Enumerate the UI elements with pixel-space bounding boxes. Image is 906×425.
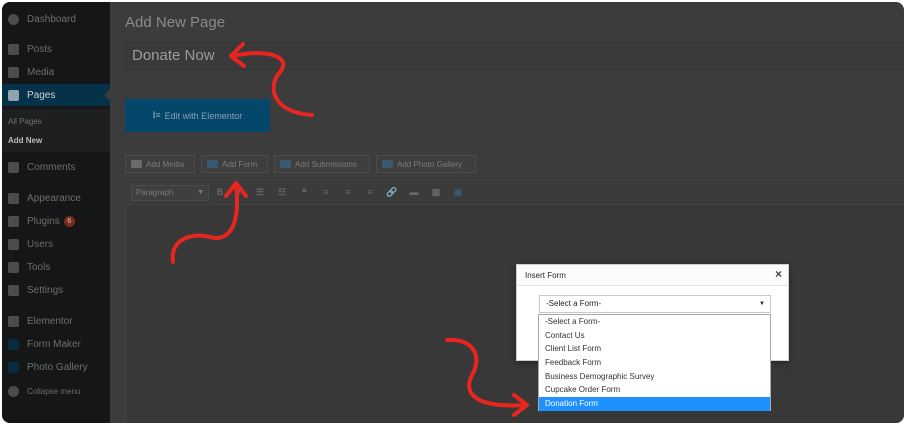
sidebar-item-label: Tools [27,261,51,273]
form-option[interactable]: Contact Us [539,329,770,343]
users-icon [8,238,19,250]
form-options-list: -Select a Form- Contact Us Client List F… [538,314,771,411]
align-center-icon[interactable]: ≡ [342,186,354,198]
sidebar-item-settings[interactable]: Settings [2,279,110,301]
form-option-selected[interactable]: Donation Form [539,397,770,411]
wrench-icon [8,261,19,273]
post-title-input[interactable]: Donate Now [125,42,904,70]
sidebar-item-pages[interactable]: Pages [2,84,110,106]
elementor-button-label: Edit with Elementor [164,110,243,121]
button-label: Add Form [222,159,258,169]
align-left-icon[interactable]: ≡ [320,186,332,198]
sidebar-item-appearance[interactable]: Appearance [2,187,110,209]
sidebar-item-elementor[interactable]: Elementor [2,310,110,332]
button-label: Add Submissions [295,159,357,169]
gallery-icon [8,361,19,373]
sidebar-item-label: Photo Gallery [27,361,88,373]
media-icon [8,66,19,78]
sidebar-item-photo-gallery[interactable]: Photo Gallery [2,356,110,378]
settings-icon [8,284,19,296]
align-right-icon[interactable]: ≡ [364,186,376,198]
elementor-icon [8,315,19,327]
pages-icon [8,89,19,101]
elementor-icon: Ⅰ≡ [152,110,161,120]
comment-icon [8,161,19,173]
form-maker-icon [8,338,19,350]
sidebar-item-users[interactable]: Users [2,233,110,255]
edit-with-elementor-button[interactable]: Ⅰ≡ Edit with Elementor [125,99,270,132]
form-option[interactable]: Feedback Form [539,356,770,370]
brush-icon [8,192,19,204]
sidebar-item-label: Pages [27,89,56,101]
italic-icon[interactable]: I [233,186,245,198]
dialog-header: Insert Form × [517,265,788,286]
paragraph-format-select[interactable]: Paragraph ▼ [131,185,209,201]
page-title: Add New Page [125,14,226,31]
pin-icon [8,43,19,55]
button-label: Add Media [146,159,185,169]
form-maker-editor-icon[interactable]: ▣ [452,186,464,198]
sidebar-item-label: Media [27,66,55,78]
submenu-add-new[interactable]: Add New [8,136,42,145]
numbered-list-icon[interactable]: ☷ [276,186,288,198]
chevron-down-icon: ▼ [759,301,765,307]
sidebar-item-comments[interactable]: Comments [2,156,110,178]
read-more-icon[interactable]: ▬ [408,186,420,198]
form-icon [207,160,218,168]
plugins-update-badge: 6 [63,215,75,227]
collapse-icon [8,385,19,397]
sidebar-item-label: Settings [27,284,64,296]
pages-submenu: All Pages Add New [2,109,110,152]
link-icon[interactable]: 🔗 [386,186,398,198]
dialog-title: Insert Form [525,271,566,280]
sidebar-item-label: Appearance [27,192,81,204]
sidebar-item-plugins[interactable]: Plugins 6 [2,210,110,232]
form-select-dropdown[interactable]: -Select a Form- ▼ [539,295,771,313]
sidebar-item-label: Collapse menu [27,386,81,396]
sidebar-item-dashboard[interactable]: Dashboard [2,8,110,30]
submissions-icon [280,160,291,168]
add-submissions-button[interactable]: Add Submissions [274,155,370,173]
form-select-value: -Select a Form- [546,299,602,308]
format-select-value: Paragraph [136,188,174,197]
sidebar-item-label: Users [27,238,54,250]
sidebar-item-label: Dashboard [27,13,76,25]
collapse-menu-button[interactable]: Collapse menu [2,380,110,402]
add-photo-gallery-button[interactable]: Add Photo Gallery [376,155,476,173]
toolbar-toggle-icon[interactable]: ▦ [430,186,442,198]
add-form-button[interactable]: Add Form [201,155,268,173]
blockquote-icon[interactable]: ❝ [298,186,310,198]
sidebar-item-label: Elementor [27,315,73,327]
plugin-icon [8,215,19,227]
form-option[interactable]: Cupcake Order Form [539,383,770,397]
sidebar-item-label: Posts [27,43,53,55]
form-option[interactable]: Client List Form [539,342,770,356]
dashboard-icon [8,13,19,25]
close-icon[interactable]: × [775,267,782,281]
bold-icon[interactable]: B [214,186,226,198]
form-option[interactable]: Business Demographic Survey [539,370,770,384]
sidebar-item-posts[interactable]: Posts [2,38,110,60]
add-media-button[interactable]: Add Media [125,155,195,173]
button-label: Add Photo Gallery [397,159,462,169]
submenu-all-pages[interactable]: All Pages [8,117,42,126]
sidebar-item-label: Plugins [27,215,60,227]
sidebar-item-label: Comments [27,161,76,173]
sidebar-item-media[interactable]: Media [2,61,110,83]
sidebar-item-tools[interactable]: Tools [2,256,110,278]
sidebar-item-label: Form Maker [27,338,81,350]
bullet-list-icon[interactable]: ☰ [254,186,266,198]
editor-toolbar: Paragraph ▼ B I ☰ ☷ ❝ ≡ ≡ ≡ 🔗 ▬ ▦ ▣ [126,180,904,205]
gallery-icon [382,160,393,168]
form-option[interactable]: -Select a Form- [539,315,770,329]
sidebar-item-form-maker[interactable]: Form Maker [2,333,110,355]
chevron-down-icon: ▼ [197,189,204,196]
media-icon [131,160,142,168]
admin-sidebar: Dashboard Posts Media Pages All Pages Ad… [2,2,110,423]
